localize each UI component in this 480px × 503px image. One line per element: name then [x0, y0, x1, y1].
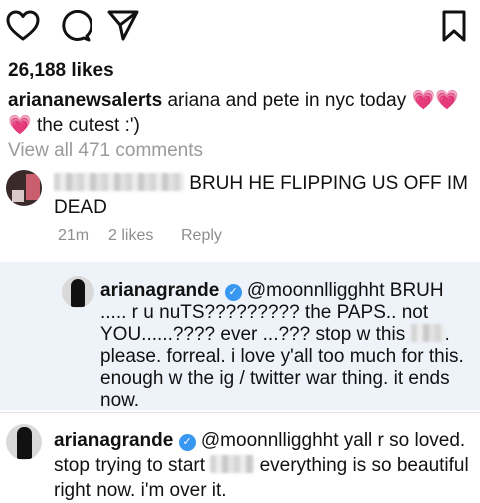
pink-heart-icon: 💗 — [8, 115, 32, 136]
avatar[interactable] — [6, 170, 42, 206]
avatar[interactable] — [62, 276, 94, 308]
pink-heart-icon: 💗 — [435, 90, 459, 111]
reply-text: arianagrande ✓ @moonnlligghht BRUH .....… — [100, 280, 464, 411]
caption-text-2: the cutest :') — [36, 115, 140, 136]
reply-username[interactable]: arianagrande — [100, 280, 219, 301]
reply-button[interactable]: Reply — [181, 227, 222, 245]
avatar[interactable] — [6, 424, 42, 460]
mention[interactable]: @moonnlligghht — [201, 430, 339, 451]
view-all-comments-link[interactable]: View all 471 comments — [8, 140, 203, 162]
redacted-text — [410, 324, 445, 342]
heart-outline-icon[interactable] — [6, 10, 40, 42]
divider — [0, 412, 480, 413]
redacted-username — [54, 173, 184, 191]
bookmark-icon[interactable] — [440, 10, 468, 42]
verified-badge-icon: ✓ — [224, 284, 242, 301]
reply-text: arianagrande ✓ @moonnlligghht yall r so … — [54, 430, 469, 501]
pink-heart-icon: 💗 — [411, 90, 436, 111]
send-plane-icon[interactable] — [106, 8, 140, 42]
caption-text: ariana and pete in nyc today — [167, 90, 407, 111]
verified-badge-icon: ✓ — [178, 434, 196, 451]
redacted-text — [210, 455, 255, 473]
post-caption: ariananewsalerts ariana and pete in nyc … — [8, 88, 470, 138]
mention[interactable]: @moonnlligghht — [247, 280, 385, 301]
likes-count[interactable]: 26,188 likes — [8, 60, 114, 82]
comment-likes[interactable]: 2 likes — [108, 227, 153, 245]
comment-time: 21m — [58, 227, 90, 244]
comment-bubble-icon[interactable] — [58, 10, 92, 42]
caption-username[interactable]: ariananewsalerts — [8, 90, 162, 111]
reply-username[interactable]: arianagrande — [54, 430, 173, 451]
comment-text: BRUH HE FLIPPING US OFF IM DEAD — [54, 173, 468, 218]
